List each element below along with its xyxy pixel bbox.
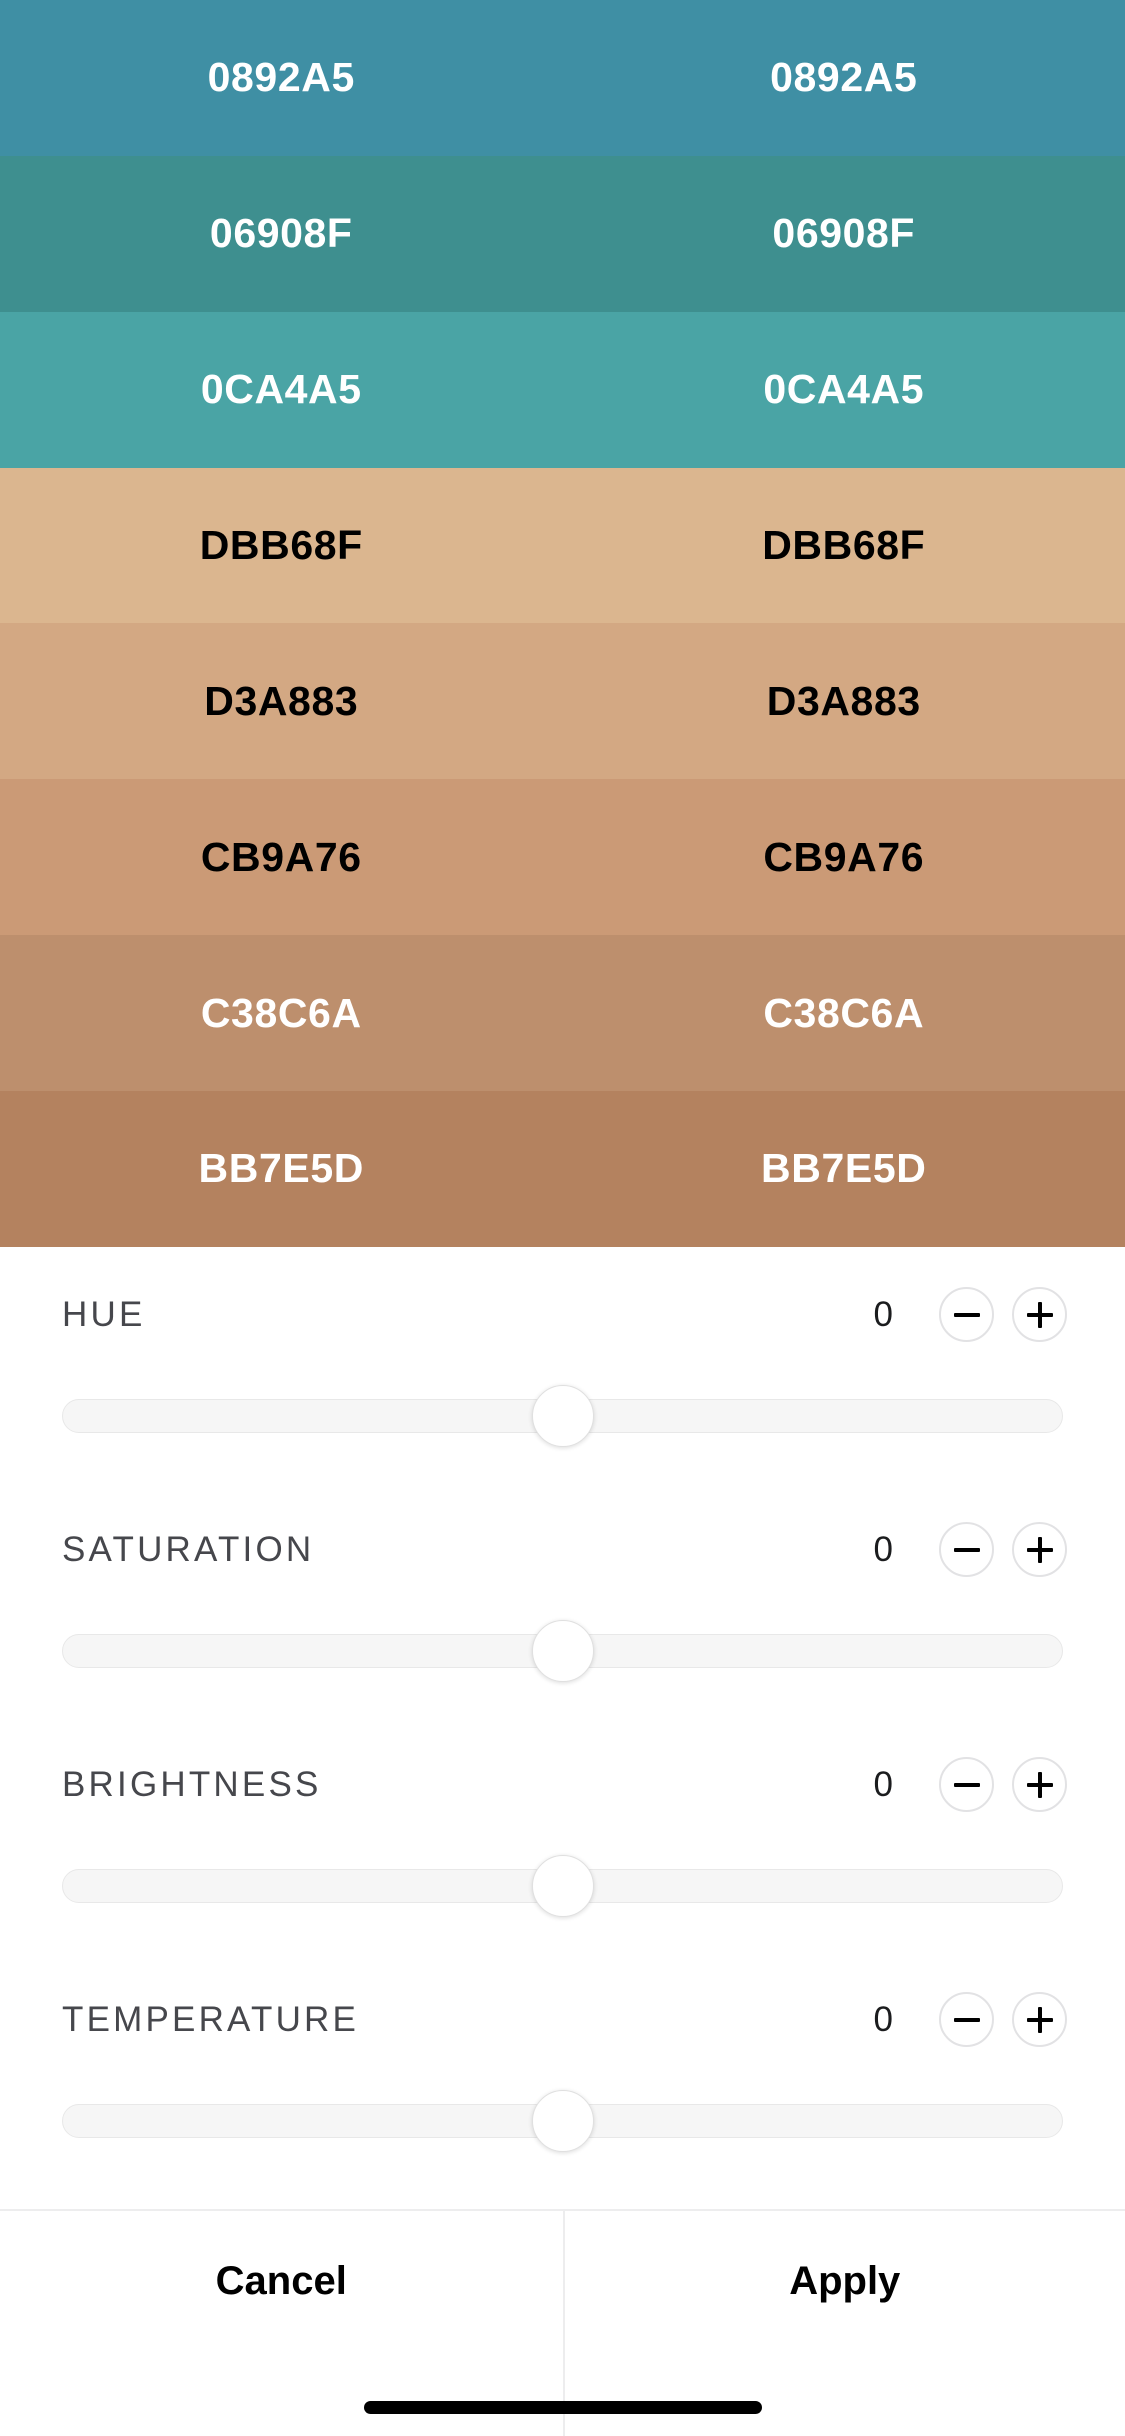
adjust-value: 0 bbox=[873, 1530, 893, 1570]
swatch-hex-label: DBB68F bbox=[199, 522, 363, 568]
decrement-button[interactable] bbox=[939, 1522, 994, 1578]
swatch-hex-label: BB7E5D bbox=[761, 1145, 927, 1192]
slider-track[interactable] bbox=[62, 1854, 1063, 1917]
minus-icon bbox=[953, 2007, 980, 2033]
swatch-hex-label: CB9A76 bbox=[200, 833, 362, 880]
swatch-cell-left[interactable]: 0892A5 bbox=[0, 0, 563, 156]
swatch-cell-left[interactable]: 06908F bbox=[0, 156, 563, 312]
plus-icon bbox=[1026, 2006, 1053, 2033]
adjust-group: BRIGHTNESS 0 bbox=[0, 1739, 1125, 1974]
swatch-cell-right[interactable]: 0892A5 bbox=[563, 0, 1125, 156]
adjust-value: 0 bbox=[873, 1295, 893, 1335]
swatch-cell-right[interactable]: C38C6A bbox=[563, 935, 1125, 1091]
adjust-header: TEMPERATURE 0 bbox=[0, 1974, 1125, 2066]
slider-thumb[interactable] bbox=[531, 2089, 594, 2152]
palette-swatch-list: 0892A5 0892A5 06908F 06908F 0CA4A5 0CA4A5 DBB6… bbox=[0, 0, 1125, 1247]
action-bar: Cancel Apply bbox=[0, 2208, 1125, 2436]
adjust-header: HUE 0 bbox=[0, 1269, 1125, 1361]
swatch-hex-label: 0CA4A5 bbox=[200, 366, 362, 413]
swatch-hex-label: 0892A5 bbox=[207, 54, 355, 101]
slider-thumb[interactable] bbox=[531, 1619, 594, 1682]
adjust-value: 0 bbox=[873, 1765, 893, 1805]
increment-button[interactable] bbox=[1012, 1287, 1067, 1343]
adjust-label: TEMPERATURE bbox=[62, 2000, 360, 2040]
swatch-hex-label: CB9A76 bbox=[763, 833, 925, 880]
swatch-hex-label: D3A883 bbox=[204, 677, 359, 724]
adjust-group: SATURATION 0 bbox=[0, 1504, 1125, 1739]
plus-icon bbox=[1026, 1771, 1053, 1798]
swatch-cell-left[interactable]: 0CA4A5 bbox=[0, 312, 563, 468]
swatch-hex-label: 0892A5 bbox=[770, 54, 918, 101]
swatch-hex-label: 06908F bbox=[772, 210, 916, 257]
adjust-value: 0 bbox=[873, 2000, 893, 2040]
slider-wrapper bbox=[0, 2066, 1125, 2176]
adjust-label: HUE bbox=[62, 1295, 146, 1335]
swatch-row[interactable]: 0CA4A5 0CA4A5 bbox=[0, 311, 1125, 468]
slider-track[interactable] bbox=[62, 2089, 1063, 2152]
swatch-row[interactable]: C38C6A C38C6A bbox=[0, 935, 1125, 1092]
minus-icon bbox=[953, 1537, 980, 1563]
increment-button[interactable] bbox=[1012, 1757, 1067, 1813]
adjust-header: BRIGHTNESS 0 bbox=[0, 1739, 1125, 1831]
swatch-cell-left[interactable]: CB9A76 bbox=[0, 779, 563, 935]
swatch-row[interactable]: BB7E5D BB7E5D bbox=[0, 1091, 1125, 1247]
swatch-row[interactable]: D3A883 D3A883 bbox=[0, 623, 1125, 780]
minus-icon bbox=[953, 1302, 980, 1328]
decrement-button[interactable] bbox=[939, 1287, 994, 1343]
swatch-cell-right[interactable]: BB7E5D bbox=[563, 1091, 1125, 1247]
adjust-group: HUE 0 bbox=[0, 1269, 1125, 1504]
decrement-button[interactable] bbox=[939, 1992, 994, 2048]
swatch-cell-right[interactable]: DBB68F bbox=[563, 468, 1125, 624]
swatch-cell-right[interactable]: CB9A76 bbox=[563, 779, 1125, 935]
decrement-button[interactable] bbox=[939, 1757, 994, 1813]
swatch-cell-left[interactable]: DBB68F bbox=[0, 468, 563, 624]
color-adjust-screen: 0892A5 0892A5 06908F 06908F 0CA4A5 0CA4A5 DBB6… bbox=[0, 0, 1125, 2436]
slider-track[interactable] bbox=[62, 1384, 1063, 1447]
adjust-label: BRIGHTNESS bbox=[62, 1765, 322, 1805]
adjust-label: SATURATION bbox=[62, 1530, 315, 1570]
swatch-cell-left[interactable]: BB7E5D bbox=[0, 1091, 563, 1247]
swatch-hex-label: BB7E5D bbox=[198, 1145, 364, 1192]
swatch-hex-label: 06908F bbox=[209, 210, 353, 257]
swatch-row[interactable]: 0892A5 0892A5 bbox=[0, 0, 1125, 156]
increment-button[interactable] bbox=[1012, 1522, 1067, 1578]
minus-icon bbox=[953, 1772, 980, 1798]
swatch-hex-label: D3A883 bbox=[766, 677, 921, 724]
adjustments-panel: HUE 0 SATURATION 0 BRIGHTNESS 0 TEMPERATURE 0 bbox=[0, 1246, 1125, 2209]
apply-button-label: Apply bbox=[789, 2258, 901, 2303]
swatch-cell-right[interactable]: D3A883 bbox=[563, 623, 1125, 779]
swatch-row[interactable]: DBB68F DBB68F bbox=[0, 467, 1125, 624]
slider-track[interactable] bbox=[62, 1619, 1063, 1682]
home-indicator bbox=[363, 2401, 762, 2414]
slider-wrapper bbox=[0, 1596, 1125, 1706]
swatch-hex-label: 0CA4A5 bbox=[763, 366, 925, 413]
swatch-hex-label: DBB68F bbox=[762, 522, 926, 568]
slider-thumb[interactable] bbox=[531, 1384, 594, 1447]
slider-wrapper bbox=[0, 1361, 1125, 1471]
swatch-hex-label: C38C6A bbox=[200, 989, 362, 1036]
adjust-header: SATURATION 0 bbox=[0, 1504, 1125, 1596]
swatch-cell-left[interactable]: D3A883 bbox=[0, 623, 563, 779]
swatch-cell-right[interactable]: 0CA4A5 bbox=[563, 312, 1125, 468]
swatch-cell-right[interactable]: 06908F bbox=[563, 156, 1125, 312]
swatch-cell-left[interactable]: C38C6A bbox=[0, 935, 563, 1091]
swatch-row[interactable]: CB9A76 CB9A76 bbox=[0, 779, 1125, 936]
swatch-hex-label: C38C6A bbox=[763, 989, 925, 1036]
slider-wrapper bbox=[0, 1831, 1125, 1941]
adjust-group: TEMPERATURE 0 bbox=[0, 1974, 1125, 2209]
swatch-row[interactable]: 06908F 06908F bbox=[0, 155, 1125, 312]
plus-icon bbox=[1026, 1301, 1053, 1328]
cancel-button-label: Cancel bbox=[215, 2258, 347, 2303]
plus-icon bbox=[1026, 1536, 1053, 1563]
slider-thumb[interactable] bbox=[531, 1854, 594, 1917]
increment-button[interactable] bbox=[1012, 1992, 1067, 2048]
